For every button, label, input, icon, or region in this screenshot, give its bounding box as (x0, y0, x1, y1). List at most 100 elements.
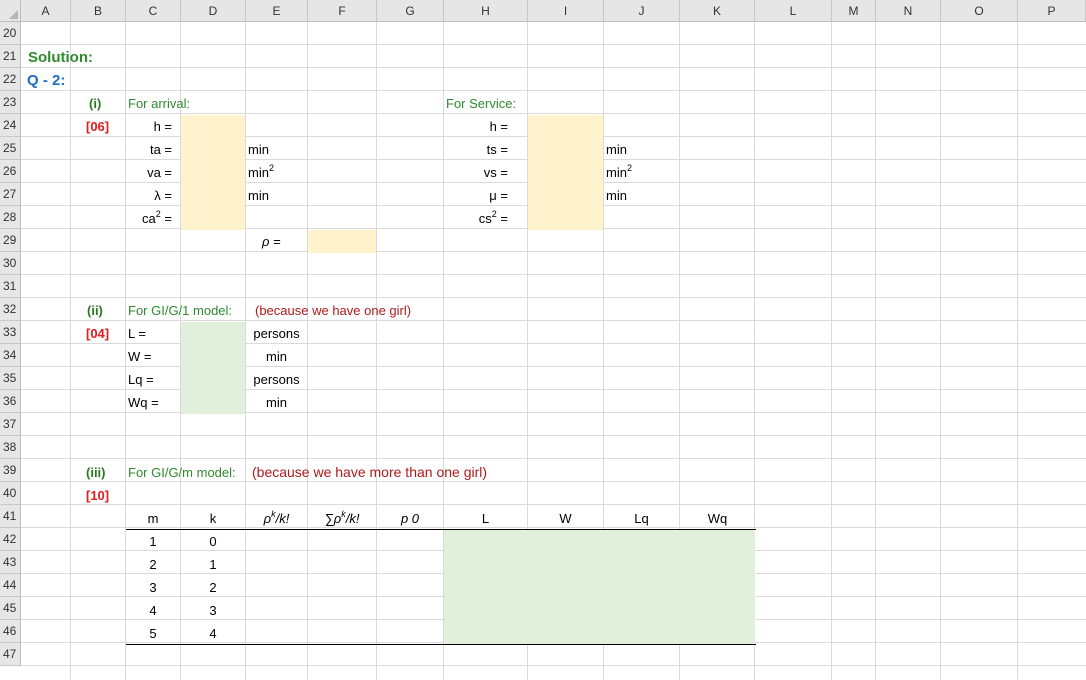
row-header[interactable]: 22 (0, 68, 21, 91)
table-cell-m[interactable]: 3 (126, 576, 180, 599)
gridline (21, 435, 1086, 436)
arrival-title: For arrival: (128, 96, 191, 111)
param-label: ca2 = (142, 209, 172, 227)
param-label: cs2 = (478, 209, 508, 227)
row-header[interactable]: 30 (0, 252, 21, 275)
gridline (21, 458, 1086, 459)
column-header[interactable]: M (832, 0, 876, 22)
table-cell-k[interactable]: 4 (181, 622, 245, 645)
part-ii-marks: [04] (86, 326, 110, 341)
gridline (21, 90, 1086, 91)
row-header[interactable]: 40 (0, 482, 21, 505)
param-unit: min (606, 188, 627, 203)
row-header[interactable]: 23 (0, 91, 21, 114)
column-header[interactable]: I (528, 0, 604, 22)
row-header[interactable]: 36 (0, 390, 21, 413)
th-W: W (559, 511, 572, 526)
row-header[interactable]: 37 (0, 413, 21, 436)
column-header[interactable]: G (377, 0, 444, 22)
table-cell-k[interactable]: 3 (181, 599, 245, 622)
row-header[interactable]: 35 (0, 367, 21, 390)
row-header[interactable]: 39 (0, 459, 21, 482)
row-header[interactable]: 47 (0, 643, 21, 666)
param-unit: min2 (248, 163, 274, 181)
row-header[interactable]: 27 (0, 183, 21, 206)
gig1-metric-unit: min (266, 395, 287, 410)
part-i-marks: [06] (86, 119, 110, 134)
param-label: λ = (154, 188, 172, 203)
arrival-input-cells[interactable] (181, 115, 245, 230)
rho-input-cell[interactable] (308, 230, 376, 253)
th-L: L (481, 511, 490, 526)
select-all-corner[interactable] (0, 0, 21, 22)
part-iii-label: (iii) (86, 465, 106, 480)
row-header[interactable]: 46 (0, 620, 21, 643)
param-label: ts = (486, 142, 508, 157)
column-header[interactable]: E (246, 0, 308, 22)
param-label: va = (147, 165, 172, 180)
gridline (21, 251, 1086, 252)
column-header[interactable]: N (876, 0, 941, 22)
row-header[interactable]: 41 (0, 505, 21, 528)
row-header[interactable]: 42 (0, 528, 21, 551)
row-header[interactable]: 44 (0, 574, 21, 597)
column-header[interactable]: O (941, 0, 1018, 22)
gridline (307, 22, 308, 680)
gigm-result-cells[interactable] (444, 529, 755, 644)
gridline (70, 22, 71, 680)
param-unit: min (248, 188, 269, 203)
gridline (1017, 22, 1018, 680)
column-header[interactable]: L (755, 0, 832, 22)
column-header[interactable]: F (308, 0, 377, 22)
param-label: h = (153, 119, 172, 134)
param-unit: min2 (606, 163, 632, 181)
row-header[interactable]: 31 (0, 275, 21, 298)
table-cell-m[interactable]: 1 (126, 530, 180, 553)
service-input-cells[interactable] (528, 115, 603, 230)
gridline (21, 274, 1086, 275)
gig1-metric-unit: min (266, 349, 287, 364)
table-cell-m[interactable]: 4 (126, 599, 180, 622)
row-header[interactable]: 26 (0, 160, 21, 183)
spreadsheet-grid[interactable]: ABCDEFGHIJKLMNOP 20 21 22 23 24 25 26 27 28 29 30 3… (0, 0, 1086, 680)
row-header[interactable]: 34 (0, 344, 21, 367)
table-cell-k[interactable]: 2 (181, 576, 245, 599)
row-header[interactable]: 25 (0, 137, 21, 160)
gridline (831, 22, 832, 680)
row-header[interactable]: 20 (0, 22, 21, 45)
column-header[interactable]: B (71, 0, 126, 22)
row-header[interactable]: 38 (0, 436, 21, 459)
row-header[interactable]: 28 (0, 206, 21, 229)
param-label: μ = (489, 188, 508, 203)
gig1-metric-label: Lq = (128, 372, 154, 387)
column-header[interactable]: D (181, 0, 246, 22)
table-cell-k[interactable]: 1 (181, 553, 245, 576)
column-header[interactable]: H (444, 0, 528, 22)
row-header[interactable]: 24 (0, 114, 21, 137)
row-header[interactable]: 45 (0, 597, 21, 620)
param-unit: min (606, 142, 627, 157)
column-header[interactable]: J (604, 0, 680, 22)
column-header[interactable]: P (1018, 0, 1086, 22)
row-header[interactable]: 29 (0, 229, 21, 252)
gridline (21, 297, 1086, 298)
column-header[interactable]: K (680, 0, 755, 22)
table-cell-m[interactable]: 2 (126, 553, 180, 576)
gridline (940, 22, 941, 680)
gig1-metric-label: W = (128, 349, 152, 364)
param-unit: min (248, 142, 269, 157)
column-header[interactable]: C (126, 0, 181, 22)
row-header[interactable]: 32 (0, 298, 21, 321)
gridline (21, 67, 1086, 68)
column-header[interactable]: A (21, 0, 71, 22)
param-label: h = (489, 119, 508, 134)
gig1-model-label: For GI/G/1 model: (128, 303, 233, 318)
row-header[interactable]: 21 (0, 45, 21, 68)
row-header[interactable]: 33 (0, 321, 21, 344)
table-cell-k[interactable]: 0 (181, 530, 245, 553)
row-header[interactable]: 43 (0, 551, 21, 574)
gridline (875, 22, 876, 680)
th-sum-pk: ∑ρk/k! (324, 509, 360, 527)
gig1-result-cells[interactable] (181, 322, 245, 414)
table-cell-m[interactable]: 5 (126, 622, 180, 645)
